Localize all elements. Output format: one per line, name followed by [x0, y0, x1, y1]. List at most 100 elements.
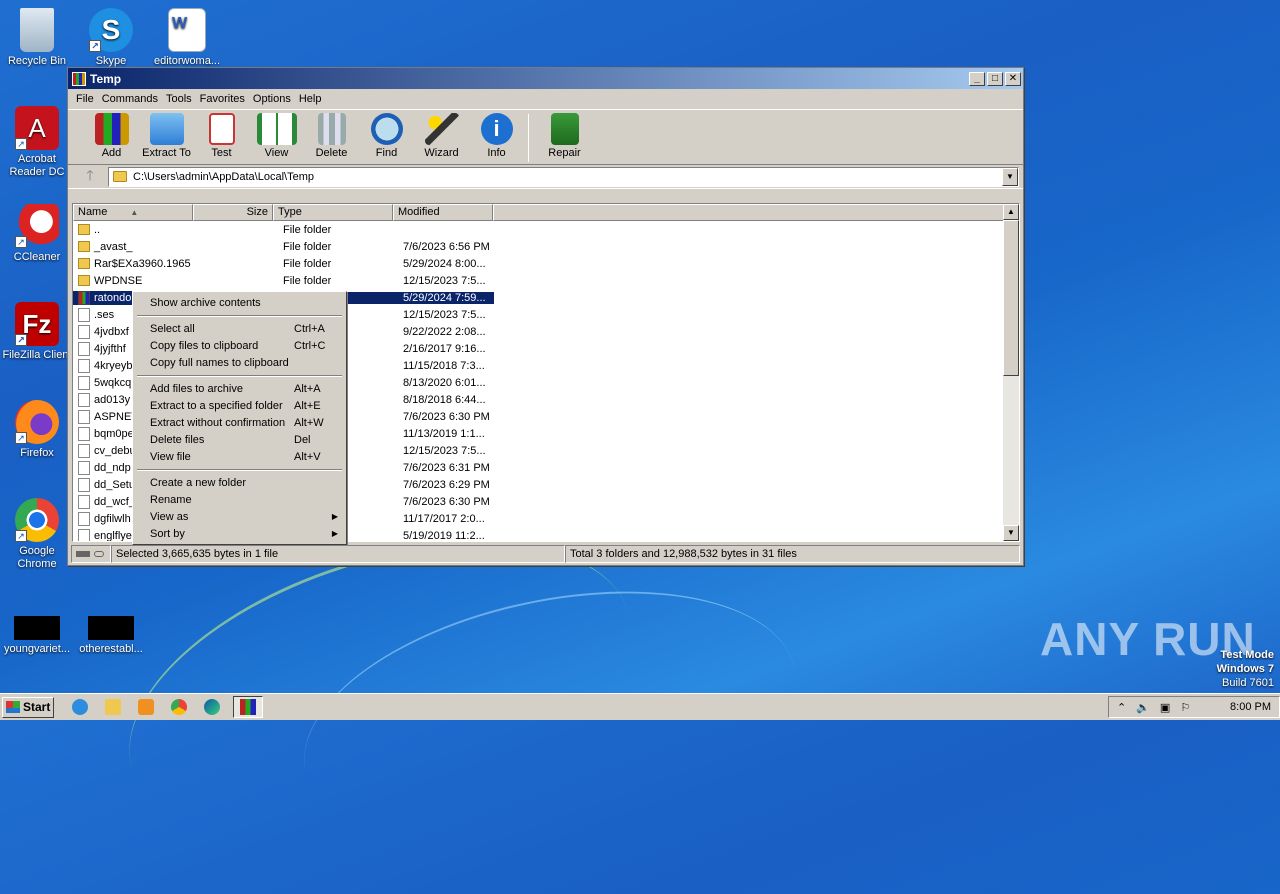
desktop-icon-youngvariet[interactable]: youngvariet...: [0, 616, 74, 656]
menu-options[interactable]: Options: [249, 93, 295, 105]
file-icon: [78, 392, 90, 407]
desktop-icon-filezilla[interactable]: Fz ↗ FileZilla Client: [0, 302, 74, 362]
test-button[interactable]: Test: [194, 110, 249, 159]
file-icon: [78, 307, 90, 322]
up-folder-button[interactable]: 🡑: [72, 165, 108, 189]
file-row[interactable]: WPDNSE File folder 12/15/2023 7:5...: [73, 272, 1003, 289]
file-type: File folder: [283, 274, 332, 287]
folder-icon: [105, 699, 121, 715]
file-icon: [78, 341, 90, 356]
file-modified: 7/6/2023 6:29 PM: [403, 478, 490, 491]
drive-icon: [76, 551, 90, 557]
context-menu-item[interactable]: Copy full names to clipboard: [135, 354, 344, 371]
desktop-icon-recycle-bin[interactable]: Recycle Bin: [0, 8, 74, 68]
status-selection: Selected 3,665,635 bytes in 1 file: [111, 545, 565, 563]
desktop-icon-ccleaner[interactable]: ↗ CCleaner: [0, 204, 74, 264]
taskbar-chrome[interactable]: [167, 696, 191, 718]
menu-item-shortcut: Alt+A: [294, 382, 321, 395]
wizard-button[interactable]: Wizard: [414, 110, 469, 159]
delete-button[interactable]: Delete: [304, 110, 359, 159]
desktop-icon-label: Firefox: [20, 447, 54, 459]
file-icon: [78, 528, 90, 541]
vertical-scrollbar[interactable]: ▲ ▼: [1003, 204, 1019, 541]
path-dropdown-button[interactable]: ▼: [1002, 167, 1018, 186]
scroll-up-button[interactable]: ▲: [1003, 204, 1019, 220]
desktop-icon-acrobat[interactable]: A ↗ Acrobat Reader DC: [0, 106, 74, 179]
file-name: ad013y: [94, 393, 131, 406]
file-name: dd_wcf_: [94, 495, 135, 508]
close-button[interactable]: ✕: [1005, 71, 1021, 86]
volume-icon[interactable]: 🔈: [1136, 701, 1150, 714]
context-menu-item[interactable]: Copy files to clipboard Ctrl+C: [135, 337, 344, 354]
maximize-button[interactable]: □: [987, 71, 1003, 86]
path-field[interactable]: C:\Users\admin\AppData\Local\Temp ▼: [108, 166, 1019, 187]
network-icon[interactable]: ▣: [1160, 701, 1170, 714]
context-menu-item[interactable]: Sort by ▶: [135, 525, 344, 542]
extract-to-button[interactable]: Extract To: [139, 110, 194, 159]
desktop-icon-word-doc[interactable]: W editorwoma...: [150, 8, 224, 68]
add-button[interactable]: Add: [84, 110, 139, 159]
taskbar-edge[interactable]: [200, 696, 224, 718]
menu-help[interactable]: Help: [295, 93, 326, 105]
taskbar-ie[interactable]: [68, 696, 92, 718]
desktop-icon-skype[interactable]: S ↗ Skype: [74, 8, 148, 68]
info-button[interactable]: i Info: [469, 110, 524, 159]
context-menu-item[interactable]: Extract without confirmation Alt+W: [135, 414, 344, 431]
title-bar[interactable]: Temp _ □ ✕: [68, 68, 1023, 89]
context-menu-item[interactable]: Select all Ctrl+A: [135, 320, 344, 337]
desktop-icon-otherestabl[interactable]: otherestabl...: [74, 616, 148, 656]
chrome-icon: ↗: [15, 498, 59, 542]
menu-item-label: Add files to archive: [150, 382, 243, 395]
winrar-icon: [240, 699, 256, 715]
magic-wand-icon: [424, 113, 459, 145]
desktop-icon-chrome[interactable]: ↗ Google Chrome: [0, 498, 74, 571]
taskbar-explorer[interactable]: [101, 696, 125, 718]
drive-status-icons: [71, 545, 111, 563]
black-file-icon: [14, 616, 60, 640]
media-player-icon: [138, 699, 154, 715]
column-name[interactable]: Name ▲: [73, 204, 193, 221]
scroll-down-button[interactable]: ▼: [1003, 525, 1019, 541]
context-menu-item[interactable]: Delete files Del: [135, 431, 344, 448]
file-name: 4jvdbxf: [94, 325, 129, 338]
find-button[interactable]: Find: [359, 110, 414, 159]
start-button[interactable]: Start: [2, 696, 54, 718]
context-menu-item[interactable]: Create a new folder: [135, 474, 344, 491]
context-menu-item[interactable]: Show archive contents: [135, 294, 344, 311]
rar-archive-icon: [78, 290, 90, 305]
firefox-icon: ↗: [15, 400, 59, 444]
context-menu-item[interactable]: View file Alt+V: [135, 448, 344, 465]
context-menu-item[interactable]: Rename: [135, 491, 344, 508]
minimize-button[interactable]: _: [969, 71, 985, 86]
menu-tools[interactable]: Tools: [162, 93, 196, 105]
scroll-thumb[interactable]: [1003, 220, 1019, 376]
view-button[interactable]: View: [249, 110, 304, 159]
context-menu-item[interactable]: Add files to archive Alt+A: [135, 380, 344, 397]
column-size[interactable]: Size: [193, 204, 273, 221]
menu-commands[interactable]: Commands: [98, 93, 162, 105]
context-menu-item[interactable]: Extract to a specified folder Alt+E: [135, 397, 344, 414]
flag-icon[interactable]: ⚐: [1180, 701, 1190, 714]
menu-item-label: Copy files to clipboard: [150, 339, 259, 352]
file-row[interactable]: .. File folder: [73, 221, 1003, 238]
taskbar-media[interactable]: [134, 696, 158, 718]
menu-favorites[interactable]: Favorites: [196, 93, 249, 105]
desktop-icon-firefox[interactable]: ↗ Firefox: [0, 400, 74, 460]
file-modified: 9/22/2022 2:08...: [403, 325, 486, 338]
acrobat-icon: A ↗: [15, 106, 59, 150]
file-icon: [78, 358, 90, 373]
file-modified: 5/29/2024 7:59...: [399, 291, 494, 304]
taskbar-winrar[interactable]: [233, 696, 263, 718]
clock[interactable]: 8:00 PM: [1230, 701, 1271, 713]
menu-file[interactable]: File: [72, 93, 98, 105]
file-modified: 12/15/2023 7:5...: [403, 274, 486, 287]
context-menu-item[interactable]: View as ▶: [135, 508, 344, 525]
file-row[interactable]: Rar$EXa3960.1965 File folder 5/29/2024 8:0…: [73, 255, 1003, 272]
repair-button[interactable]: Repair: [537, 110, 592, 159]
tray-expand-icon[interactable]: ⌃: [1117, 701, 1126, 714]
file-row[interactable]: _avast_ File folder 7/6/2023 6:56 PM: [73, 238, 1003, 255]
menu-item-label: View file: [150, 450, 191, 463]
column-type[interactable]: Type: [273, 204, 393, 221]
column-modified[interactable]: Modified: [393, 204, 493, 221]
menu-item-shortcut: Alt+V: [294, 450, 321, 463]
